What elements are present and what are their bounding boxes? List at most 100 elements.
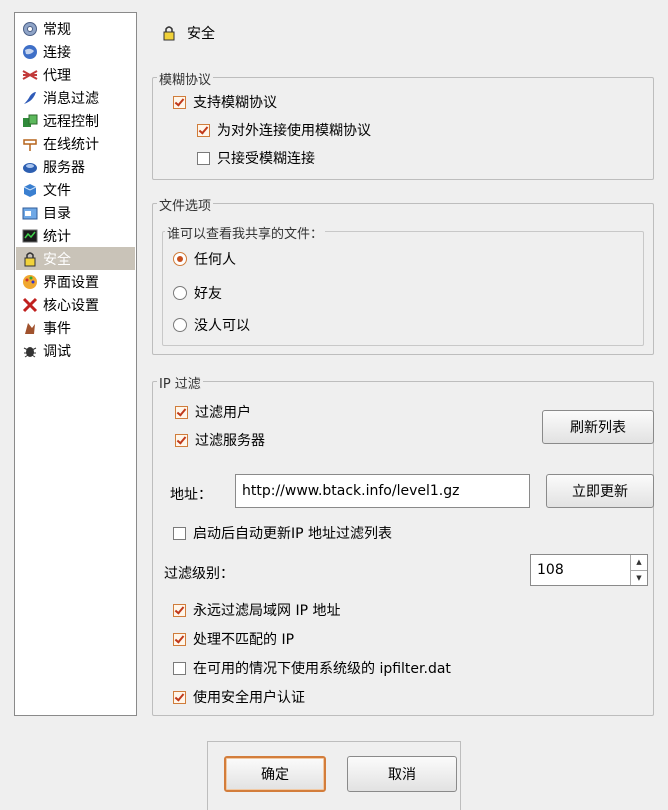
radio-indicator[interactable] xyxy=(173,286,187,300)
checkbox-indicator[interactable] xyxy=(173,603,186,617)
group-title: IP 过滤 xyxy=(157,373,203,392)
sidebar-item-proxy[interactable]: 代理 xyxy=(16,63,135,86)
core-icon xyxy=(22,297,38,313)
group-title: 文件选项 xyxy=(157,195,214,214)
sidebar-item-statistics[interactable]: 统计 xyxy=(16,224,135,247)
signpost-icon xyxy=(22,136,38,152)
secure-ident-checkbox[interactable]: 使用安全用户认证 xyxy=(173,687,305,707)
ok-button[interactable]: 确定 xyxy=(224,756,326,792)
filter-address-input[interactable]: http://www.btack.info/level1.gz xyxy=(235,474,530,508)
filter-level-value: 108 xyxy=(537,562,564,578)
dialog-button-bar: 确定 取消 xyxy=(207,741,461,810)
checkbox-indicator[interactable] xyxy=(173,95,186,109)
spinner-buttons: ▲ ▼ xyxy=(630,555,647,585)
gear-icon xyxy=(22,21,38,37)
lock-icon xyxy=(161,25,177,41)
filter-level-spinner[interactable]: 108 ▲ ▼ xyxy=(530,554,648,586)
radio-friends[interactable]: 好友 xyxy=(173,283,222,303)
cancel-button[interactable]: 取消 xyxy=(347,756,457,792)
checkbox-indicator[interactable] xyxy=(175,405,188,419)
who-can-see-group: 谁可以查看我共享的文件： 任何人 好友 没人可以 xyxy=(162,223,644,346)
checkbox-label: 只接受模糊连接 xyxy=(217,151,315,167)
filter-level-label: 过滤级别： xyxy=(164,566,234,582)
radio-indicator[interactable] xyxy=(173,252,187,266)
checkbox-label: 处理不匹配的 IP xyxy=(193,632,295,648)
update-now-button[interactable]: 立即更新 xyxy=(546,474,654,508)
sidebar-item-online-stats[interactable]: 在线统计 xyxy=(16,132,135,155)
radio-nobody[interactable]: 没人可以 xyxy=(173,315,250,335)
checkbox-indicator[interactable] xyxy=(197,123,210,137)
checkbox-label: 过滤服务器 xyxy=(195,433,265,449)
sidebar-item-connection[interactable]: 连接 xyxy=(16,40,135,63)
reload-list-button[interactable]: 刷新列表 xyxy=(542,410,654,444)
group-title: 模糊协议 xyxy=(157,69,214,88)
sidebar-item-server[interactable]: 服务器 xyxy=(16,155,135,178)
sidebar-item-label: 消息过滤 xyxy=(43,90,99,107)
sidebar-item-gui[interactable]: 界面设置 xyxy=(16,270,135,293)
support-obfuscation-checkbox[interactable]: 支持模糊协议 xyxy=(173,92,277,112)
palette-icon xyxy=(22,274,38,290)
remote-icon xyxy=(22,113,38,129)
checkbox-indicator[interactable] xyxy=(175,433,188,447)
checkbox-label: 过滤用户 xyxy=(195,405,251,421)
sidebar-item-label: 目录 xyxy=(43,205,71,222)
globe-icon xyxy=(22,44,38,60)
sidebar-item-debug[interactable]: 调试 xyxy=(16,339,135,362)
filter-servers-checkbox[interactable]: 过滤服务器 xyxy=(175,430,265,450)
sidebar-item-events[interactable]: 事件 xyxy=(16,316,135,339)
sidebar-item-remote-control[interactable]: 远程控制 xyxy=(16,109,135,132)
file-options-group: 文件选项 谁可以查看我共享的文件： 任何人 好友 没人可以 xyxy=(152,195,654,355)
checkbox-label: 启动后自动更新IP 地址过滤列表 xyxy=(193,526,393,542)
obfuscation-group: 模糊协议 支持模糊协议 为对外连接使用模糊协议 只接受模糊连接 xyxy=(152,69,654,180)
bug-icon xyxy=(22,343,38,359)
checkbox-indicator[interactable] xyxy=(173,661,186,675)
sidebar-item-label: 服务器 xyxy=(43,159,85,176)
checkbox-indicator[interactable] xyxy=(173,690,186,704)
checkbox-label: 永远过滤局域网 IP 地址 xyxy=(193,603,341,619)
radio-label: 任何人 xyxy=(194,252,236,268)
sidebar-item-label: 常规 xyxy=(43,21,71,38)
sidebar-item-label: 安全 xyxy=(43,251,71,268)
checkbox-indicator[interactable] xyxy=(173,526,186,540)
checkbox-indicator[interactable] xyxy=(197,151,210,165)
checkbox-label: 使用安全用户认证 xyxy=(193,690,305,706)
sidebar-item-general[interactable]: 常规 xyxy=(16,17,135,40)
proxy-icon xyxy=(22,67,38,83)
filter-lan-checkbox[interactable]: 永远过滤局域网 IP 地址 xyxy=(173,600,340,620)
preferences-sidebar: 常规 连接 代理 消息过滤 远程控制 在线统计 服务器 文件 目录 统计 安全 … xyxy=(14,12,137,716)
events-icon xyxy=(22,320,38,336)
sidebar-item-label: 代理 xyxy=(43,67,71,84)
sidebar-item-label: 核心设置 xyxy=(43,297,99,314)
ip-filter-group: IP 过滤 过滤用户 过滤服务器 刷新列表 地址： http://www.bta… xyxy=(152,373,654,716)
sidebar-item-files[interactable]: 文件 xyxy=(16,178,135,201)
radio-label: 没人可以 xyxy=(194,318,250,334)
spinner-up-icon[interactable]: ▲ xyxy=(631,555,647,570)
spinner-down-icon[interactable]: ▼ xyxy=(631,569,647,586)
outgoing-obfuscation-checkbox[interactable]: 为对外连接使用模糊协议 xyxy=(197,120,371,140)
sidebar-item-security[interactable]: 安全 xyxy=(16,247,135,270)
sidebar-item-label: 事件 xyxy=(43,320,71,337)
radio-indicator[interactable] xyxy=(173,318,187,332)
filter-icon xyxy=(22,90,38,106)
sidebar-item-message-filter[interactable]: 消息过滤 xyxy=(16,86,135,109)
sidebar-item-label: 在线统计 xyxy=(43,136,99,153)
radio-anyone[interactable]: 任何人 xyxy=(173,249,236,269)
paranoid-filter-checkbox[interactable]: 处理不匹配的 IP xyxy=(173,629,294,649)
auto-update-checkbox[interactable]: 启动后自动更新IP 地址过滤列表 xyxy=(173,523,392,543)
server-icon xyxy=(22,159,38,175)
filter-clients-checkbox[interactable]: 过滤用户 xyxy=(175,402,251,422)
checkbox-indicator[interactable] xyxy=(173,632,186,646)
sidebar-item-label: 文件 xyxy=(43,182,71,199)
only-obfuscated-checkbox[interactable]: 只接受模糊连接 xyxy=(197,148,315,168)
sidebar-item-directories[interactable]: 目录 xyxy=(16,201,135,224)
checkbox-label: 为对外连接使用模糊协议 xyxy=(217,123,371,139)
sidebar-item-label: 调试 xyxy=(43,343,71,360)
checkbox-label: 支持模糊协议 xyxy=(193,95,277,111)
system-ipfilter-checkbox[interactable]: 在可用的情况下使用系统级的 ipfilter.dat xyxy=(173,658,451,678)
group-title: 谁可以查看我共享的文件： xyxy=(165,223,326,242)
lock-icon xyxy=(22,251,38,267)
sidebar-item-core[interactable]: 核心设置 xyxy=(16,293,135,316)
page-header: 安全 xyxy=(161,23,215,43)
chart-icon xyxy=(22,228,38,244)
address-label: 地址： xyxy=(170,487,212,503)
